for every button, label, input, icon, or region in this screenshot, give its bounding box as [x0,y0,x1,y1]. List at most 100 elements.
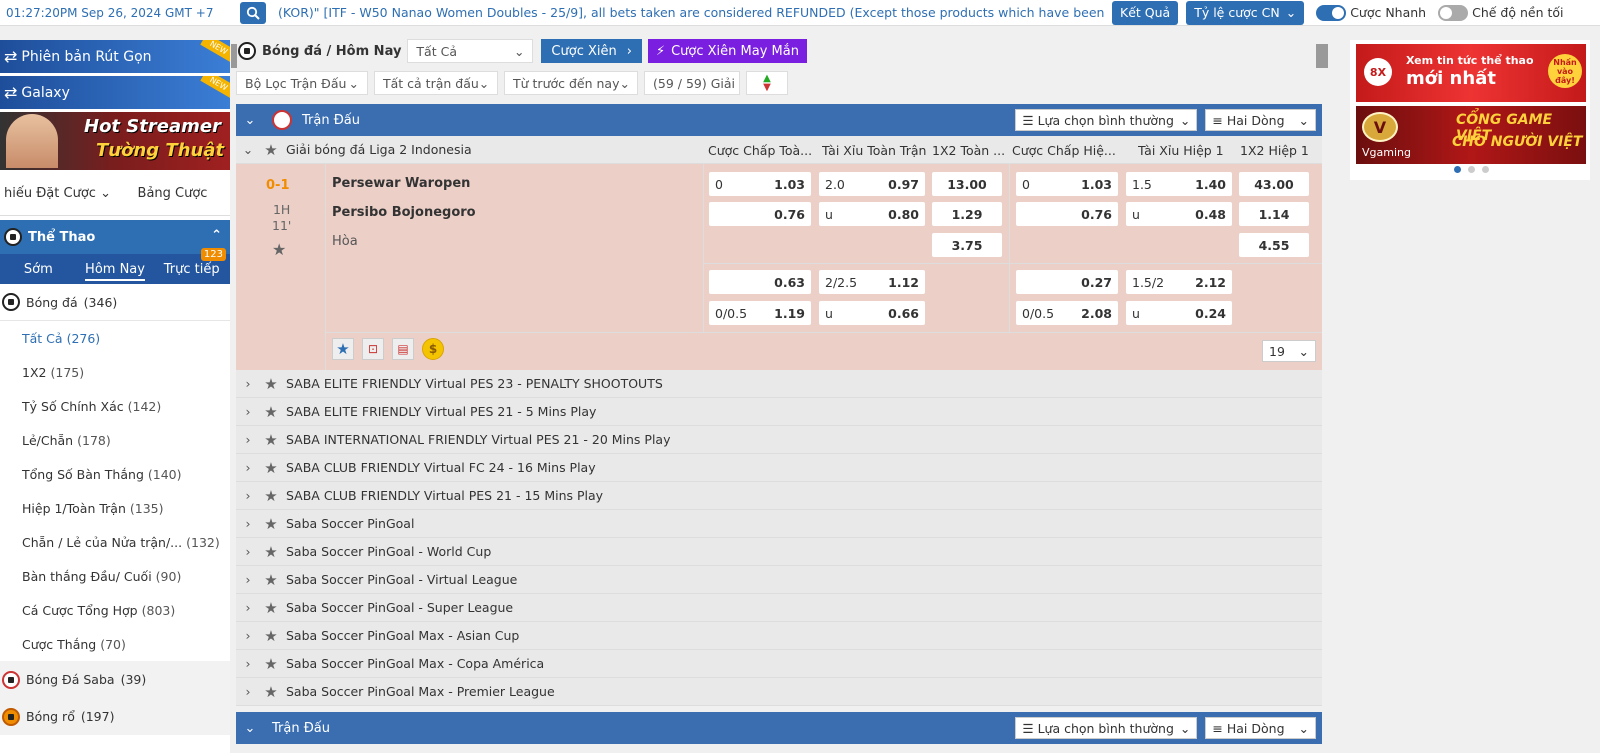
row-mode-dropdown[interactable]: ≡ Hai Dòng ⌄ [1205,717,1316,739]
statistics-icon[interactable]: ▤ [392,338,414,360]
sport-football[interactable]: Bóng đá (346) [0,284,230,321]
league-row[interactable]: › ★ Saba Soccer PinGoal - Virtual League [236,566,1322,594]
odds-cell[interactable]: u 0.24 [1126,301,1232,325]
sidebar-item-mix-parlay[interactable]: Cá Cược Tổng Hợp (803) [0,593,230,627]
star-icon[interactable]: ★ [260,543,282,561]
star-icon[interactable]: ★ [272,240,286,259]
league-count-button[interactable]: (59 / 59) Giải [644,71,740,95]
odds-cell[interactable]: 1.29 [932,202,1002,226]
odds-cell[interactable]: 0 1.03 [1016,172,1118,196]
odds-cell[interactable]: 0/0.5 2.08 [1016,301,1118,325]
star-icon[interactable]: ★ [260,683,282,701]
date-range-dropdown[interactable]: Từ trước đến nay ⌄ [504,71,638,95]
sort-button[interactable]: ▲ ▼ [746,71,788,95]
carousel-dot[interactable] [1454,166,1461,173]
odds-cell[interactable]: 0.76 [709,202,811,226]
sports-news-banner[interactable]: 8X Xem tin tức thể thao mới nhất Nhấn và… [1356,44,1586,102]
tab-live[interactable]: Trực tiếp [153,262,230,277]
star-icon[interactable]: ★ [260,599,282,617]
sidebar-item-first-last-goal[interactable]: Bàn thắng Đầu/ Cuối (90) [0,559,230,593]
odds-cell[interactable]: 2.0 0.97 [819,172,925,196]
star-icon[interactable]: ★ [260,431,282,449]
odds-cell[interactable]: 0.76 [1016,202,1118,226]
star-icon[interactable]: ★ [260,571,282,589]
odds-cell[interactable]: 4.55 [1239,233,1309,257]
tab-bet-slip[interactable]: hiếu Đặt Cược ⌄ [0,186,115,201]
odds-cell[interactable]: 1.5 1.40 [1126,172,1232,196]
star-icon[interactable]: ★ [260,403,282,421]
dark-mode-switch[interactable] [1438,4,1469,21]
league-row[interactable]: › ★ SABA INTERNATIONAL FRIENDLY Virtual PE… [236,426,1322,454]
sidebar-item-odd-even[interactable]: Lẻ/Chẵn (178) [0,423,230,457]
star-icon[interactable]: ★ [260,627,282,645]
league-row[interactable]: › ★ Saba Soccer PinGoal - Super League [236,594,1322,622]
league-row[interactable]: › ★ SABA CLUB FRIENDLY Virtual PES 21 - 15… [236,482,1322,510]
league-row[interactable]: › ★ Saba Soccer PinGoal [236,510,1322,538]
league-row[interactable]: › ★ Saba Soccer PinGoal Max - Premier Leag… [236,678,1322,706]
sport-saba-football[interactable]: Bóng Đá Saba (39) [0,661,230,698]
league-row[interactable]: › ★ SABA CLUB FRIENDLY Virtual FC 24 - 16 … [236,454,1322,482]
tab-early[interactable]: Sớm [0,262,77,277]
all-matches-dropdown[interactable]: Tất cả trận đấu ⌄ [374,71,498,95]
league-row[interactable]: › ★ Saba Soccer PinGoal Max - Asian Cup [236,622,1322,650]
sidebar-item-outright[interactable]: Cược Thắng (70) [0,627,230,661]
sidebar-item-all[interactable]: Tất Cả (276) [0,321,230,355]
odds-cell[interactable]: 13.00 [932,172,1002,196]
sidebar-item-total-goals[interactable]: Tổng Số Bàn Thắng (140) [0,457,230,491]
odds-cell[interactable]: u 0.80 [819,202,925,226]
sport-basketball[interactable]: Bóng rổ (197) [0,698,230,735]
sidebar-item-1x2[interactable]: 1X2 (175) [0,355,230,389]
odds-cell[interactable]: 0/0.5 1.19 [709,301,811,325]
live-stream-icon[interactable]: ⊡ [362,338,384,360]
star-icon[interactable]: ★ [260,515,282,533]
odds-cell[interactable]: 0.63 [709,270,811,294]
league-row[interactable]: › ★ Saba Soccer PinGoal Max - Copa América [236,650,1322,678]
sidebar-item-half-odd-even[interactable]: Chẵn / Lẻ của Nửa trận/... (132) [0,525,230,559]
selection-mode-dropdown[interactable]: ☰ Lựa chọn bình thường ⌄ [1015,109,1198,131]
right-panel-collapse-handle[interactable] [1316,44,1328,68]
star-icon[interactable]: ★ [260,375,282,393]
sidebar-item-correct-score[interactable]: Tỷ Số Chính Xác (142) [0,389,230,423]
dark-mode-toggle[interactable]: Chế độ nền tối [1438,4,1564,21]
league-header-liga2[interactable]: ⌄ ★ Giải bóng đá Liga 2 Indonesia Cược C… [236,136,1322,164]
favorite-star-icon[interactable]: ★ [332,338,354,360]
quick-bet-toggle[interactable]: Cược Nhanh [1316,4,1426,21]
results-button[interactable]: Kết Quả [1112,0,1179,25]
carousel-dot[interactable] [1482,166,1489,173]
tab-today[interactable]: Hôm Nay [77,261,154,281]
match-filter-dropdown[interactable]: Bộ Lọc Trận Đấu ⌄ [236,71,368,95]
star-icon[interactable]: ★ [260,487,282,505]
tab-bet-list[interactable]: Bảng Cược [115,186,230,201]
odds-cell[interactable]: 3.75 [932,233,1002,257]
parlay-button[interactable]: Cược Xiên › [541,39,642,63]
vgaming-banner[interactable]: V Vgaming CỔNG GAME VIỆT CHO NGƯỜI VIỆT [1356,106,1586,164]
announcement-marquee[interactable]: (KOR)" [ITF - W50 Nanao Women Doubles - … [278,5,1104,20]
odds-cell[interactable]: 0.27 [1016,270,1118,294]
star-icon[interactable]: ★ [260,655,282,673]
section-header-matches[interactable]: ⌄ Trận Đấu ☰ Lựa chọn bình thường ⌄ ≡ Hai D… [236,104,1322,136]
league-row[interactable]: › ★ SABA ELITE FRIENDLY Virtual PES 21 - 5… [236,398,1322,426]
league-row[interactable]: › ★ SABA ELITE FRIENDLY Virtual PES 23 - P… [236,370,1322,398]
search-button[interactable] [240,1,266,24]
more-markets-dropdown[interactable]: 19 ⌄ [1262,340,1316,362]
star-icon[interactable]: ★ [260,459,282,477]
lite-version-banner[interactable]: ⇄ Phiên bản Rút Gọn NEW [0,40,230,73]
odds-cell[interactable]: u 0.66 [819,301,925,325]
lucky-parlay-button[interactable]: ⚡ Cược Xiên May Mắn [647,39,807,63]
sports-header[interactable]: Thể Thao ⌃ [0,220,230,254]
league-row[interactable]: › ★ Saba Soccer PinGoal - World Cup [236,538,1322,566]
coin-icon[interactable]: $ [422,338,444,360]
odds-cell[interactable]: 43.00 [1239,172,1309,196]
market-filter-dropdown[interactable]: Tất Cả ⌄ [407,39,534,63]
sidebar-item-half-full[interactable]: Hiệp 1/Toàn Trận (135) [0,491,230,525]
odds-type-dropdown[interactable]: Tỷ lệ cược CN ⌄ [1186,0,1305,25]
section-header-matches-2[interactable]: ⌄ Trận Đấu ☰ Lựa chọn bình thường ⌄ ≡ Hai D… [236,712,1322,744]
carousel-dot[interactable] [1468,166,1475,173]
row-mode-dropdown[interactable]: ≡ Hai Dòng ⌄ [1205,109,1316,131]
odds-cell[interactable]: 2/2.5 1.12 [819,270,925,294]
selection-mode-dropdown[interactable]: ☰ Lựa chọn bình thường ⌄ [1015,717,1198,739]
quick-bet-switch[interactable] [1316,4,1347,21]
odds-cell[interactable]: 0 1.03 [709,172,811,196]
star-icon[interactable]: ★ [260,141,282,159]
odds-cell[interactable]: u 0.48 [1126,202,1232,226]
